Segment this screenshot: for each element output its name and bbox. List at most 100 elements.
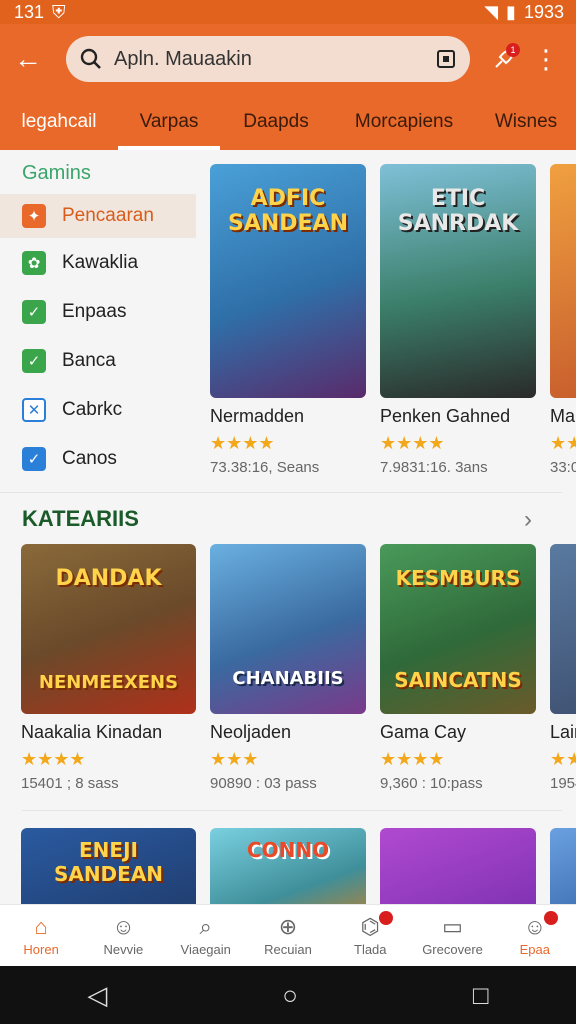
game-logo-subtext: NENMEEXENS (38, 672, 179, 693)
game-thumbnail[interactable] (550, 828, 576, 904)
system-recents-icon[interactable]: □ (473, 980, 489, 1011)
battery-icon: ▮ (506, 1, 516, 22)
notification-button[interactable]: 1 (484, 39, 524, 79)
add-circle-icon: ⊕ (278, 914, 298, 939)
search-icon (80, 48, 101, 69)
game-logo-subtext: SAINCATNS (394, 668, 522, 692)
game-card[interactable]: ADFIC SANDEAN Nermadden ★★★★ 73.38:16, S… (210, 164, 366, 476)
game-row-2: DANDAK NENMEEXENS Naakalia Kinadan ★★★★ … (21, 544, 576, 792)
game-thumbnail[interactable]: ADFIC SANDEAN (210, 164, 366, 398)
game-name: Neoljaden (210, 722, 292, 742)
nav-label: Epaa (519, 942, 551, 957)
game-meta: 1954 (550, 775, 576, 792)
sidebar-title: Gamins (22, 162, 91, 184)
sidebar-item-banca[interactable]: ✓ Banca (0, 336, 196, 385)
status-bar: 131 ⛨ ◥ ▮ 1933 (0, 0, 576, 24)
system-back-icon[interactable]: ◁ (87, 980, 107, 1011)
genre-sidebar: Gamins ✦ Pencaaran ✿ Kawaklia ✓ Enpaas ✓… (0, 150, 196, 490)
nav-grecovere[interactable]: ▭ Grecovere (411, 905, 493, 966)
game-row-3: ENEJI SANDEAN CONNO (21, 828, 576, 904)
game-thumbnail[interactable] (380, 828, 536, 904)
sidebar-item-label: Canos (62, 447, 117, 469)
tab-legahcail[interactable]: legahcail (0, 94, 118, 150)
notification-badge (379, 911, 394, 925)
game-thumbnail[interactable]: CHANABIIS (210, 544, 366, 714)
section-title: KATEARIIS (22, 506, 139, 531)
nav-label: Tlada (354, 942, 387, 957)
checkbox-checked-icon[interactable]: ✓ (22, 299, 46, 324)
nav-label: Nevvie (103, 942, 144, 957)
star-rating: ★★ (550, 749, 576, 769)
puzzle-icon: ✦ (22, 204, 46, 228)
game-name: Mark (550, 406, 576, 426)
app-bar: ← Apln. Mauaakin 1 ⋮ (0, 24, 576, 94)
more-options-icon[interactable]: ⋮ (530, 39, 562, 79)
leaf-icon: ✿ (22, 250, 46, 275)
game-meta: 7.9831:16. 3ans (380, 459, 488, 476)
home-icon: ⌂ (34, 914, 48, 939)
game-thumbnail[interactable]: ETIC SANRDAK (380, 164, 536, 398)
wifi-icon: ◥ (484, 1, 499, 22)
rocket-icon: ⌬ (360, 914, 380, 939)
nav-label: Viaegain (180, 942, 231, 957)
game-meta: 73.38:16, Seans (210, 459, 320, 476)
sidebar-item-label: Kawaklia (62, 251, 139, 273)
game-thumbnail[interactable]: G (550, 164, 576, 398)
game-thumbnail[interactable]: KESMBURS SAINCATNS (380, 544, 536, 714)
sidebar-item-canos[interactable]: ✓ Canos (0, 434, 196, 483)
chevron-right-icon[interactable]: › (524, 506, 532, 534)
game-thumbnail[interactable]: CONNO (210, 828, 366, 904)
divider (0, 492, 562, 493)
search-icon: ⌕ (199, 914, 212, 939)
game-card[interactable]: G Mark ★★ 33:0 (550, 164, 576, 476)
nav-new[interactable]: ☺ Nevvie (82, 905, 164, 966)
sidebar-item-enpaas[interactable]: ✓ Enpaas (0, 287, 196, 336)
game-logo-text: C (558, 566, 576, 591)
star-rating: ★★★★ (210, 433, 275, 453)
game-card[interactable]: C Lain ★★ 1954 (550, 544, 576, 792)
checkbox-checked-icon[interactable]: ✓ (22, 446, 46, 471)
game-name: Penken Gahned (380, 406, 511, 426)
nav-search[interactable]: ⌕ Viaegain (165, 905, 247, 966)
nav-epaa[interactable]: ☺ Epaa (494, 905, 576, 966)
game-thumbnail[interactable]: C (550, 544, 576, 714)
search-bar[interactable]: Apln. Mauaakin (66, 36, 470, 82)
game-logo-text: G (558, 186, 576, 211)
game-thumbnail[interactable]: DANDAK NENMEEXENS (21, 544, 196, 714)
game-card[interactable]: KESMBURS SAINCATNS Gama Cay ★★★★ 9,360 :… (380, 544, 536, 792)
game-meta: 33:0 (550, 459, 576, 476)
nav-label: Horen (23, 942, 59, 957)
game-logo-text: ADFIC SANDEAN (227, 186, 348, 236)
checkbox-checked-icon[interactable]: ✓ (22, 348, 46, 373)
nav-home[interactable]: ⌂ Horen (0, 905, 82, 966)
sidebar-item-kawaklia[interactable]: ✿ Kawaklia (0, 238, 196, 287)
sidebar-item-pencaaran[interactable]: ✦ Pencaaran (0, 194, 196, 238)
sidebar-item-cabrkc[interactable]: ✕ Cabrkc (0, 385, 196, 434)
tab-morcapiens[interactable]: Morcapiens (332, 94, 476, 150)
nav-label: Grecovere (422, 942, 483, 957)
back-arrow-icon[interactable]: ← (0, 31, 56, 87)
star-rating: ★★★★ (380, 749, 445, 769)
sidebar-item-label: Pencaaran (62, 205, 154, 226)
tab-daapds[interactable]: Daapds (220, 94, 332, 150)
game-logo-text: DANDAK (55, 566, 162, 591)
sidebar-item-label: Enpaas (62, 300, 127, 322)
notification-badge: 1 (506, 43, 520, 57)
game-card[interactable]: ETIC SANRDAK Penken Gahned ★★★★ 7.9831:1… (380, 164, 536, 476)
nav-recuian[interactable]: ⊕ Recuian (247, 905, 329, 966)
bottom-navigation: ⌂ Horen ☺ Nevvie ⌕ Viaegain ⊕ Recuian ⌬ … (0, 904, 576, 966)
profile-icon: ☺ (523, 914, 547, 939)
tab-varpas[interactable]: Varpas (118, 94, 220, 150)
scan-icon[interactable] (436, 49, 456, 69)
game-card[interactable]: DANDAK NENMEEXENS Naakalia Kinadan ★★★★ … (21, 544, 196, 792)
game-thumbnail[interactable]: ENEJI SANDEAN (21, 828, 196, 904)
system-home-icon[interactable]: ○ (282, 980, 298, 1011)
tab-wisnes[interactable]: Wisnes (476, 94, 576, 150)
game-card[interactable]: CHANABIIS Neoljaden ★★★ 90890 : 03 pass (210, 544, 366, 792)
checkbox-cross-icon[interactable]: ✕ (22, 397, 46, 422)
nav-tlada[interactable]: ⌬ Tlada (329, 905, 411, 966)
game-meta: 15401 ; 8 sass (21, 775, 119, 792)
sidebar-item-label: Cabrkc (62, 398, 123, 420)
divider (22, 810, 562, 811)
status-time: 131 (14, 1, 45, 22)
